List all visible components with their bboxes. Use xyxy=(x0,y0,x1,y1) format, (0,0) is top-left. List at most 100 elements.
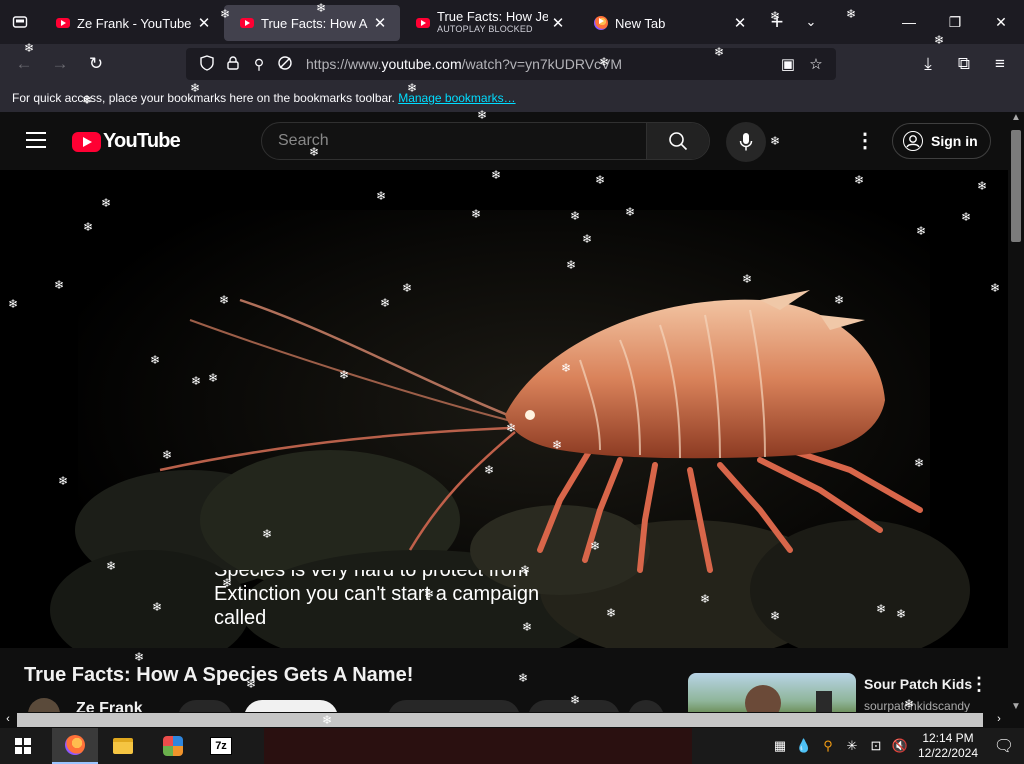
youtube-icon xyxy=(240,18,254,28)
snowflake-icon: ❄ xyxy=(471,207,482,221)
snowflake-icon: ❄ xyxy=(916,224,927,238)
snowflake-icon: ❄ xyxy=(83,220,94,234)
horizontal-scrollbar[interactable]: ‹ › xyxy=(0,712,1008,728)
firefox-view-button[interactable] xyxy=(0,0,40,44)
notifications-icon[interactable]: 🗨 xyxy=(984,736,1024,756)
tray-asterisk-icon[interactable]: ✳ xyxy=(840,738,864,754)
snowflake-icon: ❄ xyxy=(934,33,945,47)
tray-app-icon[interactable]: ▦ xyxy=(768,738,792,754)
sign-in-label: Sign in xyxy=(931,133,978,149)
vertical-scrollbar[interactable]: ▲ ▼ xyxy=(1008,112,1024,712)
window-controls: — ❐ ✕ xyxy=(886,0,1024,44)
snowflake-icon: ❄ xyxy=(322,713,333,727)
snowflake-icon: ❄ xyxy=(134,650,145,664)
scroll-down-arrow-icon[interactable]: ▼ xyxy=(1008,701,1024,712)
youtube-logo[interactable]: YouTube xyxy=(72,130,181,153)
system-tray: ▦ 💧 ⚲ ✳ ⊡ 🔇 12:14 PM 12/22/2024 🗨 xyxy=(768,728,1024,764)
list-all-tabs-chevron-icon[interactable]: ⌄ xyxy=(794,14,828,30)
close-tab-icon[interactable]: ✕ xyxy=(194,14,214,32)
bookmark-star-icon[interactable]: ☆ xyxy=(802,55,830,73)
file-explorer-icon[interactable] xyxy=(100,728,146,764)
snowflake-icon: ❄ xyxy=(54,278,65,292)
close-tab-icon[interactable]: ✕ xyxy=(370,14,390,32)
snowflake-icon: ❄ xyxy=(700,592,711,606)
minimize-icon[interactable]: — xyxy=(886,0,932,44)
snowflake-icon: ❄ xyxy=(770,134,781,148)
tray-drop-icon[interactable]: 💧 xyxy=(792,738,816,754)
close-tab-icon[interactable]: ✕ xyxy=(730,14,750,32)
snowflake-icon: ❄ xyxy=(582,232,593,246)
video-player[interactable]: Species is very hard to protect from Ext… xyxy=(0,170,1008,648)
snowflake-icon: ❄ xyxy=(219,293,230,307)
video-title: True Facts: How A Species Gets A Name! xyxy=(24,664,414,686)
close-tab-icon[interactable]: ✕ xyxy=(548,14,568,32)
permissions-icon[interactable]: ⚲ xyxy=(246,56,272,73)
side-video-menu-icon[interactable]: ⋮ xyxy=(970,674,988,695)
snowflake-icon: ❄ xyxy=(770,9,781,23)
tray-search-icon[interactable]: ⚲ xyxy=(816,738,840,754)
tab-title: True Facts: How Jellyfis xyxy=(437,10,548,23)
downloads-icon[interactable]: ⤓ xyxy=(910,48,946,80)
network-icon[interactable]: ⊡ xyxy=(864,738,888,754)
tab-title: True Facts: How A Spec xyxy=(261,15,370,31)
reload-icon[interactable]: ↻ xyxy=(78,48,114,80)
snowflake-icon: ❄ xyxy=(222,576,233,590)
snowflake-icon: ❄ xyxy=(484,463,495,477)
tab-ze-frank[interactable]: Ze Frank - YouTube ✕ xyxy=(40,5,224,41)
account-circle-icon xyxy=(903,131,923,151)
snowflake-icon: ❄ xyxy=(380,296,391,310)
scroll-up-arrow-icon[interactable]: ▲ xyxy=(1008,112,1024,123)
snowflake-icon: ❄ xyxy=(152,600,163,614)
snowflake-icon: ❄ xyxy=(742,272,753,286)
guide-menu-icon[interactable] xyxy=(26,132,46,148)
tab-new-tab[interactable]: New Tab ✕ xyxy=(578,5,760,41)
search-button[interactable] xyxy=(646,123,709,159)
extensions-icon[interactable]: ⧉ xyxy=(946,48,982,80)
side-video-thumbnail[interactable] xyxy=(688,673,856,713)
settings-kebab-icon[interactable]: ⋮ xyxy=(855,130,875,154)
volume-muted-icon[interactable]: 🔇 xyxy=(888,738,912,754)
snowflake-icon: ❄ xyxy=(896,607,907,621)
lock-icon[interactable] xyxy=(220,55,246,73)
horizontal-scroll-thumb[interactable] xyxy=(17,713,983,727)
tab-title: New Tab xyxy=(615,15,666,31)
firefox-icon[interactable] xyxy=(52,728,98,764)
voice-search-button[interactable] xyxy=(726,122,766,162)
snowflake-icon: ❄ xyxy=(552,438,563,452)
sign-in-button[interactable]: Sign in xyxy=(892,123,991,159)
vertical-scroll-thumb[interactable] xyxy=(1011,130,1021,242)
app-icon[interactable] xyxy=(150,728,196,764)
snowflake-icon: ❄ xyxy=(58,474,69,488)
scroll-left-arrow-icon[interactable]: ‹ xyxy=(0,713,16,725)
tab-title: Ze Frank - YouTube xyxy=(77,15,192,31)
close-window-icon[interactable]: ✕ xyxy=(978,0,1024,44)
snowflake-icon: ❄ xyxy=(491,168,502,182)
clock[interactable]: 12:14 PM 12/22/2024 xyxy=(912,731,984,761)
side-video-title[interactable]: Sour Patch Kids xyxy=(864,676,972,692)
scroll-right-arrow-icon[interactable]: › xyxy=(991,713,1007,725)
search-icon xyxy=(669,132,688,151)
snowflake-icon: ❄ xyxy=(961,210,972,224)
snowflake-icon: ❄ xyxy=(376,189,387,203)
scrollbar-corner xyxy=(1008,712,1024,728)
url-text[interactable]: https://www.youtube.com/watch?v=yn7kUDRV… xyxy=(306,56,776,72)
windows-start-icon[interactable] xyxy=(0,728,46,764)
forward-arrow-icon[interactable]: → xyxy=(42,48,78,80)
snowflake-icon: ❄ xyxy=(191,374,202,388)
snowflake-icon: ❄ xyxy=(606,606,617,620)
youtube-play-icon xyxy=(72,131,101,152)
snowflake-icon: ❄ xyxy=(190,81,201,95)
tracking-protection-shield-icon[interactable] xyxy=(194,54,220,74)
search-input[interactable] xyxy=(262,123,648,159)
snowflake-icon: ❄ xyxy=(220,7,231,21)
tab-true-facts-species[interactable]: True Facts: How A Spec ✕ xyxy=(224,5,400,41)
side-video-channel[interactable]: sourpatchkidscandy xyxy=(864,699,970,713)
bookmarks-hint-text: For quick access, place your bookmarks h… xyxy=(12,91,395,105)
address-bar[interactable]: ⚲ https://www.youtube.com/watch?v=yn7kUD… xyxy=(186,48,836,80)
autoplay-blocked-icon[interactable] xyxy=(272,55,298,74)
menu-hamburger-icon[interactable]: ≡ xyxy=(982,48,1018,80)
reader-view-icon[interactable]: ▣ xyxy=(774,55,802,73)
tab-true-facts-jellyfish[interactable]: True Facts: How Jellyfis AUTOPLAY BLOCKE… xyxy=(400,5,578,41)
snowflake-icon: ❄ xyxy=(876,602,887,616)
7zip-icon[interactable]: 7z xyxy=(198,728,244,764)
